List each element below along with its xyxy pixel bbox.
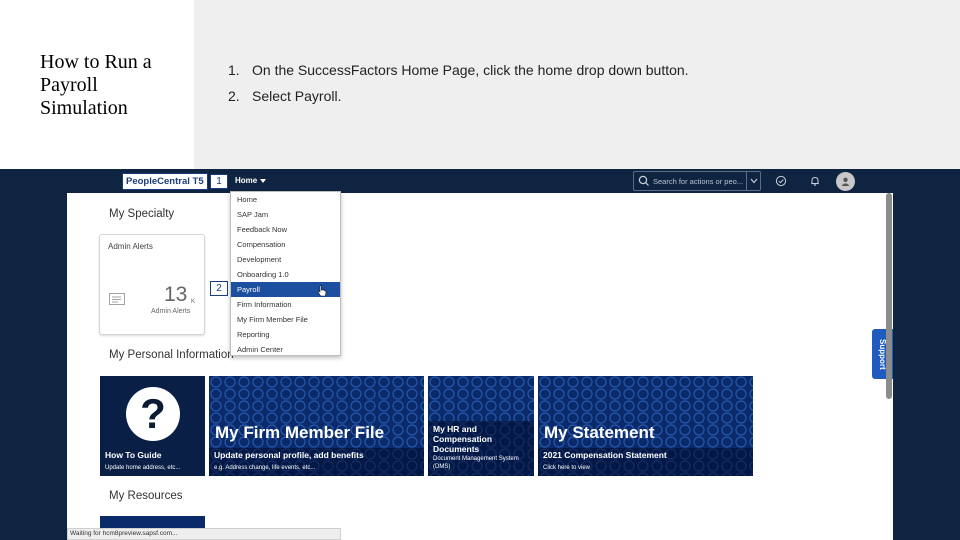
- card-headline: My Statement: [544, 423, 655, 442]
- tile-count: 13: [164, 283, 188, 306]
- tile-count-unit: K: [191, 299, 196, 305]
- card-headline: My HR and Compensation Documents: [433, 424, 493, 454]
- card-title: How To Guide: [105, 450, 162, 460]
- list-icon: [109, 293, 125, 305]
- bell-icon[interactable]: [809, 175, 821, 187]
- section-my-specialty: My Specialty: [109, 208, 175, 220]
- step-2: 2. Select Payroll.: [228, 88, 342, 104]
- check-circle-icon[interactable]: [775, 175, 787, 187]
- card-caption: Document Management System (DMS): [433, 456, 519, 470]
- top-navigation-bar: PeopleCentral T5 1 Home Search for actio…: [67, 169, 893, 193]
- home-dropdown-button[interactable]: Home: [235, 176, 267, 185]
- section-my-resources: My Resources: [109, 490, 183, 502]
- my-statement-card[interactable]: My Statement 2021 Compensation Statement…: [538, 376, 753, 476]
- section-my-personal-information: My Personal Information: [109, 349, 234, 361]
- chevron-down-icon: [750, 178, 757, 184]
- callout-1: 1: [210, 174, 228, 189]
- company-logo[interactable]: PeopleCentral T5: [122, 173, 208, 190]
- user-avatar-icon[interactable]: [836, 172, 855, 191]
- search-placeholder: Search for actions or peo...: [653, 176, 744, 186]
- menu-item-admin-center[interactable]: Admin Center: [231, 342, 340, 357]
- menu-item-home[interactable]: Home: [231, 192, 340, 207]
- menu-item-firm-information[interactable]: Firm Information: [231, 297, 340, 312]
- callout-2: 2: [210, 281, 228, 296]
- slide-steps-panel: 1. On the SuccessFactors Home Page, click…: [194, 0, 960, 169]
- card-caption: e.g. Address change, life events, etc...: [214, 465, 316, 471]
- how-to-guide-card[interactable]: ? How To Guide Update home address, etc.…: [100, 376, 205, 476]
- search-icon: [638, 175, 649, 186]
- vertical-scrollbar[interactable]: [886, 193, 892, 399]
- caret-down-icon: [260, 178, 267, 183]
- resource-card[interactable]: [100, 516, 205, 528]
- menu-item-reporting[interactable]: Reporting: [231, 327, 340, 342]
- browser-status-bar: Waiting for hcm8preview.sapsf.com...: [67, 528, 341, 540]
- tile-subtitle: Admin Alerts: [151, 308, 191, 315]
- search-input[interactable]: Search for actions or peo...: [633, 171, 761, 191]
- card-caption: Click here to view: [543, 465, 591, 471]
- menu-item-development[interactable]: Development: [231, 252, 340, 267]
- search-dropdown-button[interactable]: [746, 172, 760, 190]
- menu-item-sap-jam[interactable]: SAP Jam: [231, 207, 340, 222]
- card-title: Update personal profile, add benefits: [214, 450, 364, 460]
- my-hr-documents-card[interactable]: My HR and Compensation Documents Documen…: [428, 376, 534, 476]
- menu-item-onboarding[interactable]: Onboarding 1.0: [231, 267, 340, 282]
- slide-title-panel: How to Run a Payroll Simulation: [0, 0, 194, 169]
- admin-alerts-tile[interactable]: Admin Alerts 13 K Admin Alerts: [99, 234, 205, 335]
- steps-list: 1. On the SuccessFactors Home Page, click…: [228, 62, 689, 114]
- tile-title: Admin Alerts: [108, 242, 153, 251]
- step-1: 1. On the SuccessFactors Home Page, click…: [228, 62, 689, 78]
- card-caption: Update home address, etc...: [105, 465, 181, 471]
- slide-title: How to Run a Payroll Simulation: [40, 51, 152, 119]
- my-firm-member-file-card[interactable]: My Firm Member File Update personal prof…: [209, 376, 424, 476]
- menu-item-compensation[interactable]: Compensation: [231, 237, 340, 252]
- home-menu-label: Home: [235, 176, 258, 185]
- menu-item-my-firm-member-file[interactable]: My Firm Member File: [231, 312, 340, 327]
- successfactors-window: PeopleCentral T5 1 Home Search for actio…: [67, 169, 893, 540]
- card-title: 2021 Compensation Statement: [543, 450, 667, 460]
- card-headline: My Firm Member File: [215, 423, 385, 442]
- question-mark-icon: ?: [126, 387, 180, 441]
- menu-item-feedback-now[interactable]: Feedback Now: [231, 222, 340, 237]
- cursor-hand-icon: [317, 285, 327, 297]
- svg-text:?: ?: [140, 390, 166, 437]
- home-dropdown-menu: Home SAP Jam Feedback Now Compensation D…: [230, 191, 341, 356]
